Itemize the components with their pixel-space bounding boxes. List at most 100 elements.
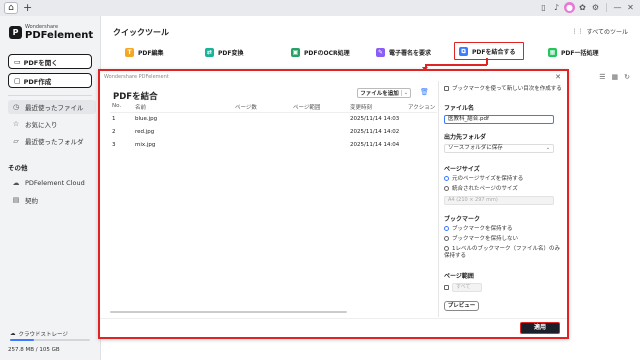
bookmark-option-keep[interactable]: ブックマークを保持する bbox=[444, 226, 564, 233]
star-icon: ☆ bbox=[12, 120, 20, 128]
sidebar-item-cloud[interactable]: ☁ PDFelement Cloud bbox=[8, 176, 96, 190]
signature-icon: ✎ bbox=[376, 47, 385, 57]
cloud-icon: ☁ bbox=[12, 179, 20, 187]
sidebar-item-recent-files[interactable]: ◷ 最近使ったファイル bbox=[8, 100, 96, 114]
settings-icon[interactable]: ⚙ bbox=[590, 2, 601, 13]
grid-icon: ⋮⋮ bbox=[571, 28, 584, 35]
radio-unselected[interactable] bbox=[444, 246, 449, 251]
tool-pdf-edit[interactable]: T PDF編集 bbox=[125, 45, 163, 59]
cloud-storage-label[interactable]: ☁ クラウドストレージ bbox=[10, 330, 68, 338]
title-bar: ⌂ + ▯ ♪ ● ✿ ⚙ — ✕ bbox=[0, 0, 640, 16]
sidebar-divider bbox=[8, 95, 92, 96]
row-number: 1 bbox=[112, 116, 116, 122]
radio-unselected[interactable] bbox=[444, 186, 449, 191]
page-size-option-original[interactable]: 元のページサイズを保持する bbox=[444, 176, 564, 183]
close-icon[interactable]: ✕ bbox=[555, 73, 561, 81]
bookmark-option-level1[interactable]: 1レベルのブックマーク（ファイル名）のみ保持する bbox=[444, 246, 564, 260]
bookmark-section: ブックマーク ブックマークを保持する ブックマークを保持しない 1レベルのブック… bbox=[444, 214, 564, 260]
page-size-option-merged[interactable]: 統合されたページのサイズ bbox=[444, 186, 564, 193]
open-pdf-button[interactable]: ▭ PDFを開く bbox=[8, 54, 92, 69]
row-date: 2025/11/14 14:03 bbox=[350, 116, 400, 122]
horizontal-scrollbar[interactable] bbox=[110, 311, 347, 313]
sidebar-item-label: 契約 bbox=[25, 197, 38, 205]
table-row[interactable]: 2 red.jpg 2025/11/14 14:02 bbox=[110, 129, 437, 138]
storage-progress-fill bbox=[10, 339, 34, 341]
new-tab-button[interactable]: + bbox=[23, 1, 32, 14]
page-size-input: A4 (210 × 297 mm) bbox=[444, 196, 554, 205]
tool-label: 電子署名を要求 bbox=[389, 49, 432, 57]
ocr-icon: ▣ bbox=[291, 47, 300, 57]
all-tools-button[interactable]: ⋮⋮ すべてのツール bbox=[572, 27, 628, 36]
apply-button[interactable]: 適用 bbox=[520, 322, 560, 334]
preview-button[interactable]: プレビュー bbox=[444, 301, 479, 311]
tool-pdf-convert[interactable]: ⇄ PDF変換 bbox=[205, 45, 243, 59]
annotation-arrow-horizontal bbox=[425, 64, 487, 66]
folder-open-icon: ▭ bbox=[14, 57, 21, 66]
list-view-icon[interactable]: ☰ bbox=[599, 73, 605, 81]
column-header: 変更時刻 bbox=[350, 105, 373, 111]
clock-icon: ◷ bbox=[12, 103, 20, 111]
sidebar-item-contract[interactable]: ▤ 契約 bbox=[8, 193, 96, 207]
page-range-checkbox[interactable] bbox=[444, 285, 449, 290]
bookmark-toc-option[interactable]: ブックマークを使って新しい目次を作成する bbox=[444, 85, 564, 93]
table-row[interactable]: 3 mix.jpg 2025/11/14 14:04 bbox=[110, 142, 437, 151]
pdfelement-logo-icon: P bbox=[9, 26, 22, 39]
refresh-icon[interactable]: ↻ bbox=[624, 73, 630, 81]
chevron-down-icon[interactable]: ⌄ bbox=[401, 90, 410, 96]
batch-icon: ▦ bbox=[548, 47, 557, 57]
option-label: ブックマークを保持しない bbox=[452, 236, 519, 242]
create-pdf-button[interactable]: ▢ PDF作成 bbox=[8, 73, 92, 88]
avatar-icon[interactable]: ● bbox=[564, 2, 575, 13]
trash-icon[interactable]: 🗑 bbox=[420, 88, 429, 96]
chevron-down-icon: ⌄ bbox=[545, 145, 550, 151]
tool-label: PDF一括処理 bbox=[561, 49, 599, 57]
close-icon[interactable]: ✕ bbox=[625, 2, 636, 13]
filename-input[interactable]: 医教科_結合.pdf bbox=[444, 115, 554, 124]
output-folder-select[interactable]: ソースフォルダに保存 ⌄ bbox=[444, 144, 554, 153]
file-table-header: No. 名前 ページ数 ページ範囲 変更時刻 アクション bbox=[110, 103, 437, 112]
column-header: No. bbox=[112, 103, 122, 109]
row-name: red.jpg bbox=[135, 129, 155, 135]
page-range-label: ページ範囲 bbox=[444, 273, 474, 280]
sidebar-item-label: お気に入り bbox=[25, 121, 58, 129]
bookmark-toc-label: ブックマークを使って新しい目次を作成する bbox=[452, 86, 562, 92]
phone-icon[interactable]: ▯ bbox=[538, 2, 549, 13]
merge-pdf-dialog: Wondershare PDFelement ✕ PDFを結合 ファイルを追加 … bbox=[98, 69, 569, 339]
bookmark-toc-checkbox[interactable] bbox=[444, 86, 449, 91]
radio-selected[interactable] bbox=[444, 226, 449, 231]
page-size-section: ページサイズ 元のページサイズを保持する 統合されたページのサイズ A4 (21… bbox=[444, 164, 564, 205]
table-header-divider bbox=[110, 112, 437, 113]
panel-divider bbox=[438, 81, 439, 317]
row-number: 2 bbox=[112, 129, 116, 135]
create-pdf-icon: ▢ bbox=[14, 76, 21, 85]
grid-view-icon[interactable]: ▦ bbox=[612, 73, 619, 81]
dialog-footer-divider bbox=[100, 318, 567, 319]
add-file-label: ファイルを追加 bbox=[360, 91, 399, 97]
tool-pdf-batch[interactable]: ▦ PDF一括処理 bbox=[548, 45, 598, 59]
tool-merge-pdf[interactable]: ⧉ PDFを結合する bbox=[454, 42, 524, 60]
cloud-storage-text: クラウドストレージ bbox=[18, 332, 68, 338]
radio-selected[interactable] bbox=[444, 176, 449, 181]
dialog-title: PDFを結合 bbox=[113, 92, 158, 102]
gift-icon[interactable]: ✿ bbox=[577, 2, 588, 13]
home-icon[interactable]: ⌂ bbox=[4, 2, 18, 14]
sidebar-item-favorites[interactable]: ☆ お気に入り bbox=[8, 117, 96, 131]
minimize-icon[interactable]: — bbox=[612, 2, 623, 13]
column-header: ページ数 bbox=[235, 105, 257, 111]
all-tools-label: すべてのツール bbox=[586, 29, 628, 36]
sidebar-item-label: 最近使ったフォルダ bbox=[25, 138, 84, 146]
tool-request-signature[interactable]: ✎ 電子署名を要求 bbox=[376, 45, 431, 59]
convert-icon: ⇄ bbox=[205, 47, 214, 57]
filename-label: ファイル名 bbox=[444, 105, 475, 112]
tool-pdf-ocr[interactable]: ▣ PDFのOCR処理 bbox=[291, 45, 350, 59]
sidebar-item-recent-folders[interactable]: ▱ 最近使ったフォルダ bbox=[8, 134, 96, 148]
add-file-button[interactable]: ファイルを追加 ⌄ bbox=[357, 88, 411, 98]
other-section-title: その他 bbox=[8, 164, 28, 172]
sidebar: P Wondershare PDFelement ▭ PDFを開く ▢ PDF作… bbox=[0, 16, 100, 360]
bell-icon[interactable]: ♪ bbox=[551, 2, 562, 13]
output-folder-section: 出力先フォルダ ソースフォルダに保存 ⌄ bbox=[444, 132, 564, 153]
bookmark-option-discard[interactable]: ブックマークを保持しない bbox=[444, 236, 564, 243]
table-row[interactable]: 1 blue.jpg 2025/11/14 14:03 bbox=[110, 116, 437, 125]
cloud-storage-icon: ☁ bbox=[10, 331, 16, 337]
radio-unselected[interactable] bbox=[444, 236, 449, 241]
